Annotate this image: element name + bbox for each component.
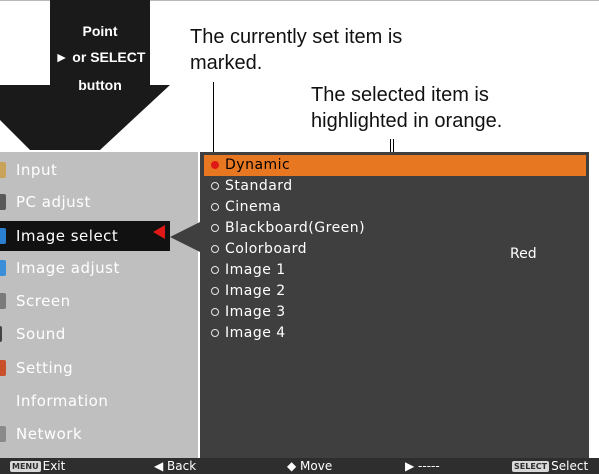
option-standard[interactable]: Standard	[204, 176, 586, 197]
leader-line-current	[213, 82, 214, 155]
option-cinema[interactable]: Cinema	[204, 197, 586, 218]
menu-item-input[interactable]: Input	[0, 155, 198, 185]
option-dynamic[interactable]: Dynamic	[204, 155, 586, 176]
image-select-icon	[0, 228, 6, 244]
option-label: Standard	[225, 178, 293, 194]
option-image-4[interactable]: Image 4	[204, 323, 586, 344]
menu-item-label: Information	[16, 392, 109, 410]
menu-item-label: Sound	[16, 325, 66, 343]
menu-item-label: Screen	[16, 292, 71, 310]
back-hint[interactable]: ◀ Back	[154, 459, 196, 473]
image-adjust-icon	[0, 260, 6, 276]
option-label: Image 3	[225, 304, 286, 320]
menu-item-label: Image adjust	[16, 259, 120, 277]
menu-item-image-select[interactable]: Image select	[0, 221, 170, 251]
radio-icon	[211, 266, 219, 274]
sound-icon	[0, 326, 2, 342]
menu-item-image-adjust[interactable]: Image adjust	[0, 253, 198, 283]
select-key-icon: SELECT	[512, 461, 550, 472]
menu-item-pc-adjust[interactable]: PC adjust	[0, 187, 198, 217]
selection-pointer-icon	[153, 225, 165, 239]
menu-item-setting[interactable]: Setting	[0, 353, 198, 383]
radio-icon	[211, 182, 219, 190]
menu-item-label: Network	[16, 425, 83, 443]
menu-item-label: Setting	[16, 359, 74, 377]
option-label: Image 1	[225, 262, 286, 278]
menu-item-label: PC adjust	[16, 193, 91, 211]
radio-icon	[211, 224, 219, 232]
option-image-3[interactable]: Image 3	[204, 302, 586, 323]
menu-key-icon: MENU	[10, 461, 41, 472]
select-hint[interactable]: SELECT Select	[512, 459, 588, 473]
annotation-current-set: The currently set item is marked.	[190, 24, 470, 76]
option-label: Image 4	[225, 325, 286, 341]
menu-item-network[interactable]: Network	[0, 419, 198, 449]
menu-item-label: Image select	[16, 227, 119, 245]
option-blackboard-green[interactable]: Blackboard(Green)	[204, 218, 586, 239]
arrow-text-line1: Point	[82, 23, 118, 39]
arrow-text-line3: button	[78, 77, 122, 93]
input-icon	[0, 162, 6, 178]
annotation-current-set-line2: marked.	[190, 52, 263, 74]
option-label: Blackboard(Green)	[225, 220, 366, 236]
option-label: Cinema	[225, 199, 282, 215]
exit-hint[interactable]: MENU Exit	[10, 459, 65, 473]
radio-icon	[211, 245, 219, 253]
select-label: Select	[551, 459, 589, 473]
next-hint: ▶ -----	[405, 459, 440, 473]
menu-item-information[interactable]: Information	[0, 386, 198, 416]
radio-icon	[211, 308, 219, 316]
radio-icon	[211, 287, 219, 295]
screen-icon	[0, 293, 6, 309]
network-icon	[0, 426, 6, 442]
option-image-1[interactable]: Image 1	[204, 260, 586, 281]
option-label: Image 2	[225, 283, 286, 299]
setting-icon	[0, 360, 6, 376]
guide-bar: MENU Exit ◀ Back ◆ Move ▶ ----- SELECT Sel…	[0, 458, 599, 474]
annotation-selected-line1: The selected item is	[311, 84, 489, 106]
pc-adjust-icon	[0, 194, 6, 210]
radio-icon	[211, 329, 219, 337]
option-label: Dynamic	[225, 157, 291, 173]
arrow-text-line2: ► or SELECT	[54, 49, 146, 65]
annotation-selected-line2: highlighted in orange.	[311, 110, 503, 132]
option-label: Colorboard	[225, 241, 307, 257]
radio-icon	[211, 203, 219, 211]
exit-label: Exit	[42, 459, 66, 473]
annotation-selected: The selected item is highlighted in oran…	[311, 82, 591, 134]
annotation-current-set-line1: The currently set item is	[190, 26, 403, 48]
option-image-2[interactable]: Image 2	[204, 281, 586, 302]
move-hint: ◆ Move	[287, 459, 333, 473]
menu-item-screen[interactable]: Screen	[0, 286, 198, 316]
menu-item-label: Input	[16, 161, 58, 179]
menu-item-sound[interactable]: Sound	[0, 319, 198, 349]
current-setting-marker-icon	[211, 161, 219, 169]
submenu-notch	[170, 222, 200, 252]
